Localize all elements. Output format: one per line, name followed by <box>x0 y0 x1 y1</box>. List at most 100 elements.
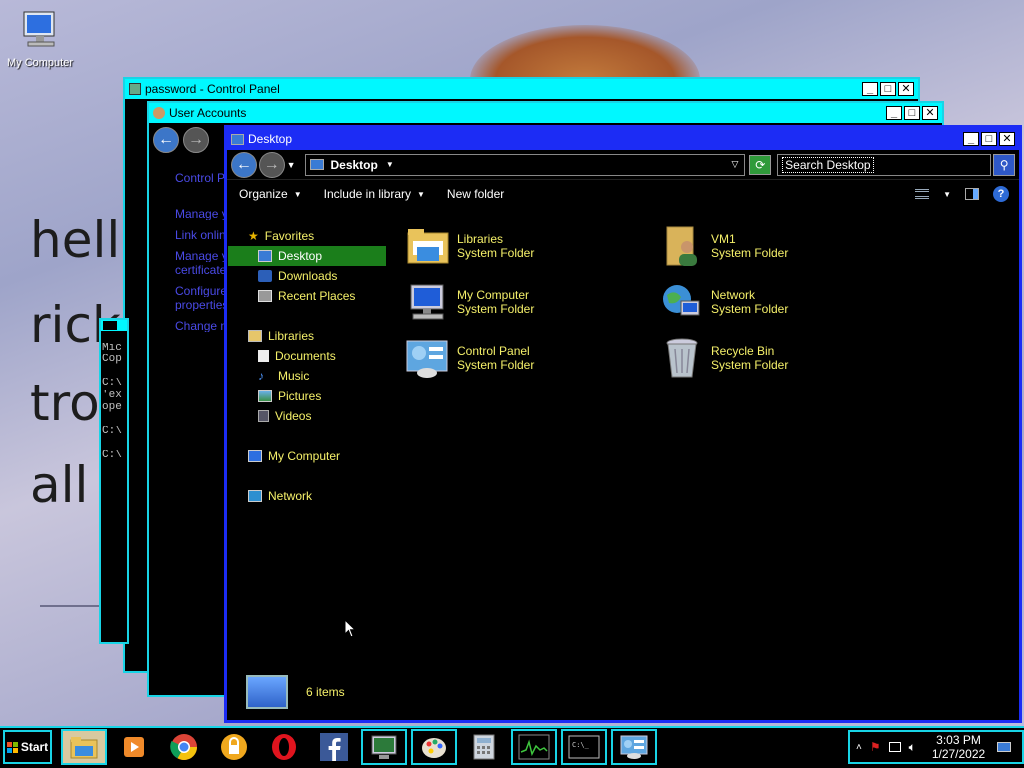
command-prompt-icon: C:\_ <box>568 735 600 759</box>
action-center-flag-icon[interactable]: ⚑ <box>870 740 881 754</box>
control-panel-titlebar[interactable]: password - Control Panel _ □ ✕ <box>125 79 918 99</box>
breadcrumb-chevron-icon[interactable]: ▼ <box>386 160 394 169</box>
user-folder-icon <box>659 223 705 269</box>
include-in-library-button[interactable]: Include in library ▼ <box>324 187 425 201</box>
nav-my-computer[interactable]: My Computer <box>228 446 386 466</box>
clock-date: 1/27/2022 <box>931 747 986 761</box>
refresh-button[interactable]: ⟳ <box>749 154 772 175</box>
chevron-down-icon[interactable]: ▼ <box>943 190 951 199</box>
close-button[interactable]: ✕ <box>999 132 1015 146</box>
cmd-line: Mic <box>102 343 122 354</box>
show-desktop-icon[interactable] <box>997 742 1012 752</box>
folder-icon <box>70 737 98 759</box>
list-item[interactable]: VM1 System Folder <box>659 222 899 270</box>
nav-documents[interactable]: Documents <box>228 346 386 366</box>
users-icon <box>153 107 165 119</box>
close-button[interactable]: ✕ <box>922 106 938 120</box>
taskbar-paint[interactable] <box>411 729 457 765</box>
network-status-icon[interactable] <box>888 742 901 752</box>
wallpaper-text: all <box>30 456 89 514</box>
nav-network[interactable]: Network <box>228 486 386 506</box>
forward-button[interactable]: → <box>258 151 285 178</box>
cmd-titlebar[interactable] <box>101 320 127 332</box>
desktop-icon-my-computer[interactable]: My Computer <box>0 8 80 69</box>
star-icon: ★ <box>248 229 259 243</box>
taskbar-facebook[interactable] <box>311 729 357 765</box>
item-type: System Folder <box>711 358 789 372</box>
user-accounts-titlebar[interactable]: User Accounts _ □ ✕ <box>149 103 942 123</box>
minimize-button[interactable]: _ <box>862 82 878 96</box>
maximize-button[interactable]: □ <box>981 132 997 146</box>
taskbar-security-app[interactable] <box>211 729 257 765</box>
list-item[interactable]: Libraries System Folder <box>405 222 645 270</box>
item-name: Libraries <box>457 232 504 246</box>
list-item[interactable]: My Computer System Folder <box>405 278 645 326</box>
explorer-titlebar[interactable]: Desktop _ □ ✕ <box>227 128 1019 150</box>
item-name: My Computer <box>457 288 530 302</box>
start-button[interactable]: Start <box>3 730 52 764</box>
control-panel-icon <box>129 83 141 95</box>
history-dropdown-icon[interactable]: ▼ <box>287 160 296 170</box>
taskbar-calculator[interactable] <box>461 729 507 765</box>
search-input[interactable]: Search Desktop <box>777 153 992 176</box>
forward-button[interactable]: → <box>183 127 209 153</box>
nav-videos[interactable]: Videos <box>228 406 386 426</box>
nav-favorites[interactable]: ★ Favorites <box>228 226 386 246</box>
taskbar-control-panel[interactable] <box>611 729 657 765</box>
address-dropdown-icon[interactable]: ▽ <box>731 159 738 170</box>
search-icon[interactable]: ⚲ <box>993 153 1016 176</box>
taskbar-file-explorer[interactable] <box>61 729 107 765</box>
taskbar-opera[interactable] <box>261 729 307 765</box>
libraries-icon <box>405 223 451 269</box>
view-options-icon[interactable] <box>915 189 930 199</box>
clock[interactable]: 3:03 PM 1/27/2022 <box>932 733 985 761</box>
link-change-environment[interactable]: Change m <box>175 320 225 332</box>
link-online-ids[interactable]: Link onlin <box>175 229 225 241</box>
show-hidden-icons-icon[interactable]: ˄ <box>856 742 862 753</box>
nav-recent-places[interactable]: Recent Places <box>228 286 386 306</box>
item-name: Recycle Bin <box>711 344 775 358</box>
taskbar-resource-monitor[interactable] <box>511 729 557 765</box>
taskbar-chrome[interactable] <box>161 729 207 765</box>
link-manage-accounts[interactable]: Manage y <box>175 208 225 220</box>
new-folder-button[interactable]: New folder <box>447 187 504 201</box>
taskbar-media-player[interactable] <box>111 729 157 765</box>
address-field[interactable]: Desktop ▼ ▽ <box>305 153 746 176</box>
link-manage-certificates[interactable]: Manage y <box>175 250 225 262</box>
link-configure-properties[interactable]: Configure <box>175 285 225 297</box>
nav-downloads[interactable]: Downloads <box>228 266 386 286</box>
help-icon[interactable]: ? <box>993 186 1009 202</box>
taskbar-command-prompt[interactable]: C:\_ <box>561 729 607 765</box>
close-button[interactable]: ✕ <box>898 82 914 96</box>
list-item[interactable]: Network System Folder <box>659 278 899 326</box>
link-control-panel[interactable]: Control Pa <box>175 172 225 184</box>
list-item[interactable]: Control Panel System Folder <box>405 334 645 382</box>
computer-icon <box>248 450 262 462</box>
taskbar-computer-manager[interactable] <box>361 729 407 765</box>
list-item[interactable]: Recycle Bin System Folder <box>659 334 899 382</box>
command-prompt-window[interactable] <box>99 318 129 644</box>
maximize-button[interactable]: □ <box>880 82 896 96</box>
volume-icon[interactable]: 🔈︎ <box>909 740 916 755</box>
cmd-line: C:\ <box>102 450 122 461</box>
minimize-button[interactable]: _ <box>886 106 902 120</box>
nav-music[interactable]: ♪ Music <box>228 366 386 386</box>
minimize-button[interactable]: _ <box>963 132 979 146</box>
back-button[interactable]: ← <box>231 151 257 178</box>
nav-label: Desktop <box>278 249 323 263</box>
nav-pictures[interactable]: Pictures <box>228 386 386 406</box>
music-icon: ♪ <box>258 369 264 383</box>
link-configure-properties-2[interactable]: properties <box>175 299 225 311</box>
desktop-icon-label: My Computer <box>6 57 74 69</box>
back-button[interactable]: ← <box>153 127 179 153</box>
computer-icon <box>405 279 451 325</box>
clock-time: 3:03 PM <box>936 733 981 747</box>
nav-label: Network <box>268 489 313 503</box>
link-manage-certificates-2[interactable]: certificate <box>175 264 225 276</box>
nav-libraries[interactable]: Libraries <box>228 326 386 346</box>
nav-desktop[interactable]: Desktop <box>228 246 386 266</box>
maximize-button[interactable]: □ <box>904 106 920 120</box>
preview-pane-icon[interactable] <box>965 188 979 200</box>
media-player-icon <box>124 737 144 757</box>
organize-button[interactable]: Organize ▼ <box>239 187 302 201</box>
